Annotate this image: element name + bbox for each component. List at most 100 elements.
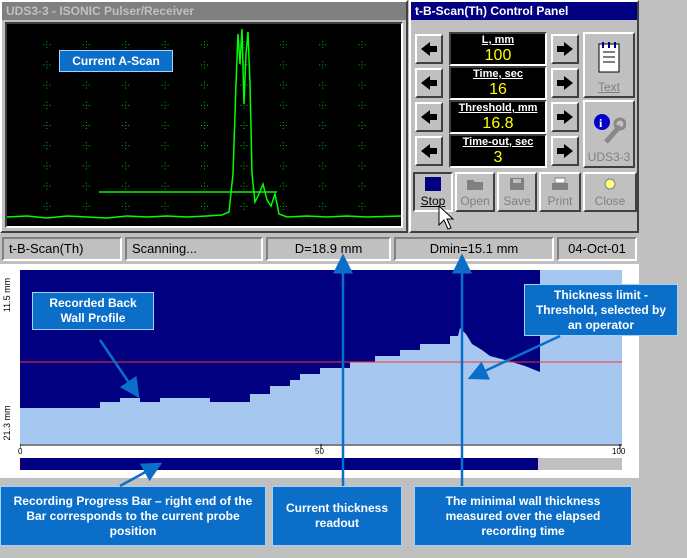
close-icon [604,178,616,190]
grid-dot [122,125,124,126]
grid-dot [282,162,284,164]
grid-dot [282,128,284,129]
threshold-increase-button[interactable] [551,102,579,132]
grid-dot [204,202,205,204]
grid-dot [125,104,127,106]
grid-dot [322,107,324,109]
threshold-field[interactable]: Threshold, mm 16.8 [449,100,547,134]
pulser-window-title: UDS3-3 - ISONIC Pulser/Receiver [2,2,406,20]
grid-dot [282,101,284,103]
grid-dot [85,47,87,49]
timeout-increase-button[interactable] [551,136,579,166]
grid-dot [49,84,51,86]
grid-dot [82,104,84,106]
grid-dot [82,125,84,126]
grid-dot [201,185,202,187]
grid-dot [322,67,324,69]
grid-dot [125,185,127,187]
grid-dot [246,185,248,187]
grid-dot [204,41,205,43]
grid-dot [322,202,324,204]
grid-dot [125,162,127,164]
grid-dot [164,145,166,147]
grid-dot [322,122,324,123]
timeout-decrease-button[interactable] [415,136,443,166]
grid-dot [122,44,124,46]
grid-dot [46,148,48,150]
grid-dot [361,87,363,89]
grid-dot [204,87,205,89]
grid-dot [43,84,45,86]
grid-dot [361,47,363,49]
grid-dot [161,104,163,106]
grid-dot [325,185,327,187]
control-panel-window: t-B-Scan(Th) Control Panel L, mm 100 Time… [409,0,639,233]
grid-dot [325,165,327,167]
grid-dot [243,168,245,170]
notepad-icon [598,42,620,73]
grid-dot [364,104,366,106]
grid-dot [279,104,281,106]
grid-dot [164,125,166,126]
grid-dot [364,125,366,126]
grid-dot [282,168,284,170]
grid-dot [82,145,84,147]
text-button[interactable]: Text [583,32,635,98]
grid-dot [204,145,205,147]
length-decrease-button[interactable] [415,34,443,64]
grid-dot [243,185,245,187]
grid-dot [85,87,87,89]
length-field[interactable]: L, mm 100 [449,32,547,66]
grid-dot [88,44,90,46]
time-increase-button[interactable] [551,68,579,98]
grid-dot [246,165,248,167]
grid-dot [285,64,287,66]
grid-dot [82,185,84,187]
grid-dot [46,208,48,210]
print-button[interactable]: Print [539,172,581,212]
grid-dot [322,208,324,210]
save-button-label: Save [503,194,531,208]
grid-dot [243,44,245,46]
grid-dot [85,81,87,83]
grid-dot [43,104,45,106]
grid-dot [243,148,245,150]
grid-dot [164,41,166,43]
grid-dot [49,185,51,187]
grid-dot [85,188,87,190]
time-field[interactable]: Time, sec 16 [449,66,547,100]
grid-dot [125,202,127,204]
save-button[interactable]: Save [497,172,537,212]
grid-dot [161,185,163,187]
grid-dot [49,125,51,126]
grid-dot [243,188,245,190]
grid-dot [164,148,166,150]
grid-dot [82,205,84,207]
grid-dot [88,205,90,207]
grid-dot [361,101,363,103]
uds-button[interactable]: i UDS3-3 [583,100,635,168]
time-decrease-button[interactable] [415,68,443,98]
grid-dot [204,47,205,49]
close-button[interactable]: Close [583,172,637,212]
grid-dot [282,202,284,204]
grid-dot [319,145,321,147]
grid-dot [243,165,245,167]
grid-dot [204,44,205,46]
grid-dot [282,61,284,63]
grid-dot [279,64,281,66]
grid-dot [285,205,287,207]
open-button[interactable]: Open [455,172,495,212]
threshold-decrease-button[interactable] [415,102,443,132]
timeout-field[interactable]: Time-out, sec 3 [449,134,547,168]
grid-dot [358,165,360,167]
grid-dot [319,165,321,167]
grid-dot [125,128,127,129]
grid-dot [243,41,245,43]
info-wrench-icon: i [594,114,626,144]
grid-dot [279,165,281,167]
grid-dot [164,168,166,170]
grid-dot [49,165,51,167]
length-increase-button[interactable] [551,34,579,64]
grid-dot [164,205,166,207]
